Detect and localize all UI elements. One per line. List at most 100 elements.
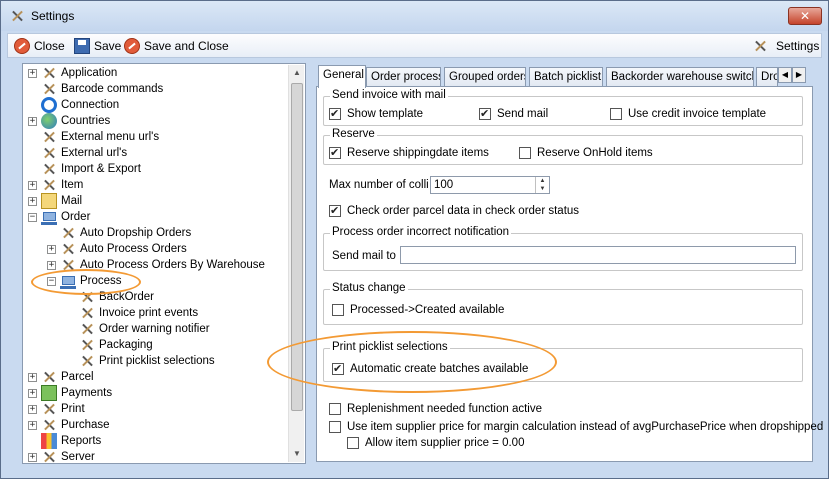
save-button[interactable]: Save — [74, 37, 121, 55]
checkbox-box[interactable] — [329, 147, 341, 159]
tree-item[interactable]: + Auto Process Orders — [47, 241, 187, 257]
checkbox-label: Replenishment needed function active — [347, 403, 542, 415]
tree-item[interactable]: Barcode commands — [28, 81, 163, 97]
tab-grouped-orders[interactable]: Grouped orders — [444, 67, 526, 87]
spin-down-icon[interactable]: ▼ — [536, 185, 549, 193]
use-credit-invoice-checkbox[interactable]: Use credit invoice template — [610, 108, 766, 120]
tree-expander[interactable]: + — [47, 244, 56, 254]
tree-item[interactable]: Connection — [28, 97, 119, 113]
tab-scroll-left[interactable]: ◀ — [778, 67, 792, 83]
tree-item[interactable]: Auto Dropship Orders — [47, 225, 191, 241]
tree-item[interactable]: Invoice print events — [66, 305, 198, 321]
tree-item[interactable]: External menu url's — [28, 129, 159, 145]
tab-backorder-warehouse-switch[interactable]: Backorder warehouse switch — [606, 67, 754, 87]
checkbox-box[interactable] — [332, 304, 344, 316]
tree-item-label: Mail — [61, 195, 83, 207]
tree-expander — [66, 357, 75, 366]
tree-item[interactable]: − Order — [28, 209, 90, 225]
tools-icon — [41, 401, 57, 417]
chart-icon — [41, 433, 57, 449]
tree-expander — [47, 229, 56, 238]
tree-item[interactable]: + Payments — [28, 385, 112, 401]
tree-item[interactable]: External url's — [28, 145, 127, 161]
checkbox-label: Use credit invoice template — [628, 108, 767, 120]
tree-item[interactable]: Order warning notifier — [66, 321, 210, 337]
tree-expander[interactable]: + — [28, 388, 37, 398]
checkbox-box[interactable] — [329, 421, 341, 433]
tree-item-label: External url's — [61, 147, 128, 159]
allow-supplier-zero-checkbox[interactable]: Allow item supplier price = 0.00 — [347, 437, 524, 449]
tree-item[interactable]: + Countries — [28, 113, 110, 129]
tree-expander[interactable]: + — [28, 404, 37, 414]
title-bar: Settings ✕ — [1, 1, 828, 31]
reserve-onhold-checkbox[interactable]: Reserve OnHold items — [519, 147, 653, 159]
check-parcel-data-checkbox[interactable]: Check order parcel data in check order s… — [329, 205, 579, 217]
tree-item[interactable]: Print picklist selections — [66, 353, 215, 369]
tree-item[interactable]: + Parcel — [28, 369, 94, 385]
send-invoice-group: Send invoice with mail Show template Sen… — [323, 89, 803, 126]
replenishment-checkbox[interactable]: Replenishment needed function active — [329, 403, 542, 415]
save-label: Save — [94, 39, 122, 53]
tools-icon — [41, 449, 57, 463]
tree-expander — [28, 101, 37, 110]
tab-general[interactable]: General — [318, 65, 366, 88]
close-button[interactable]: Close — [14, 37, 65, 55]
use-supplier-price-checkbox[interactable]: Use item supplier price for margin calcu… — [329, 421, 823, 433]
tree-item[interactable]: + Mail — [28, 193, 82, 209]
tree-item[interactable]: Reports — [28, 433, 101, 449]
tab-dropship[interactable]: Dro — [756, 67, 778, 87]
tools-icon — [60, 225, 76, 241]
tree-expander[interactable]: + — [28, 180, 37, 190]
tree-item-label: Barcode commands — [61, 83, 164, 95]
tree-expander[interactable]: + — [28, 116, 37, 126]
tree-item[interactable]: + Purchase — [28, 417, 110, 433]
tree-item[interactable]: + Item — [28, 177, 83, 193]
tree-item[interactable]: Import & Export — [28, 161, 141, 177]
tools-icon — [79, 353, 95, 369]
tree-expander[interactable]: − — [28, 212, 37, 222]
checkbox-box[interactable] — [479, 108, 491, 120]
tree-expander[interactable]: + — [28, 452, 37, 462]
tree-expander[interactable]: + — [28, 420, 37, 430]
tree-item-label: Auto Process Orders — [80, 243, 187, 255]
save-icon — [74, 38, 90, 54]
tree-item-label: Parcel — [61, 371, 94, 383]
scroll-down-arrow[interactable]: ▼ — [289, 446, 305, 462]
max-colli-input[interactable]: 100 ▲ ▼ — [430, 176, 550, 194]
checkbox-box[interactable] — [329, 205, 341, 217]
close-window-button[interactable]: ✕ — [788, 7, 822, 25]
tree-expander[interactable]: + — [47, 260, 56, 270]
save-and-close-button[interactable]: Save and Close — [124, 37, 229, 55]
tree-item[interactable]: + Server — [28, 449, 95, 463]
checkbox-box[interactable] — [519, 147, 531, 159]
reserve-shippingdate-checkbox[interactable]: Reserve shippingdate items — [329, 147, 489, 159]
tab-batch-picklist[interactable]: Batch picklist — [529, 67, 603, 87]
send-mail-to-input[interactable] — [400, 246, 796, 264]
tab-order-process[interactable]: Order process — [366, 67, 441, 87]
tree-expander[interactable]: + — [28, 372, 37, 382]
max-colli-spinner[interactable]: ▲ ▼ — [535, 177, 549, 193]
scroll-up-arrow[interactable]: ▲ — [289, 65, 305, 81]
checkbox-box[interactable] — [610, 108, 622, 120]
settings-button[interactable]: Settings — [752, 37, 819, 55]
checkbox-box[interactable] — [329, 403, 341, 415]
tree-item[interactable]: + Print — [28, 401, 85, 417]
show-template-checkbox[interactable]: Show template — [329, 108, 423, 120]
processed-created-checkbox[interactable]: Processed->Created available — [332, 304, 504, 316]
checkbox-label: Reserve OnHold items — [537, 147, 653, 159]
money-icon — [41, 385, 57, 401]
tree-expander[interactable]: + — [28, 68, 37, 78]
picklist-highlight-ellipse — [267, 331, 557, 393]
send-mail-checkbox[interactable]: Send mail — [479, 108, 548, 120]
tab-scroll-right[interactable]: ▶ — [792, 67, 806, 83]
checkbox-box[interactable] — [347, 437, 359, 449]
tree-item-label: Packaging — [99, 339, 153, 351]
checkbox-label: Use item supplier price for margin calcu… — [347, 421, 824, 433]
checkbox-box[interactable] — [329, 108, 341, 120]
spin-up-icon[interactable]: ▲ — [536, 177, 549, 185]
tree-expander[interactable]: + — [28, 196, 37, 206]
tree-expander — [28, 165, 37, 174]
tree-item[interactable]: + Application — [28, 65, 117, 81]
tree-scrollbar[interactable]: ▲ ▼ — [288, 65, 304, 462]
tree-item[interactable]: Packaging — [66, 337, 153, 353]
